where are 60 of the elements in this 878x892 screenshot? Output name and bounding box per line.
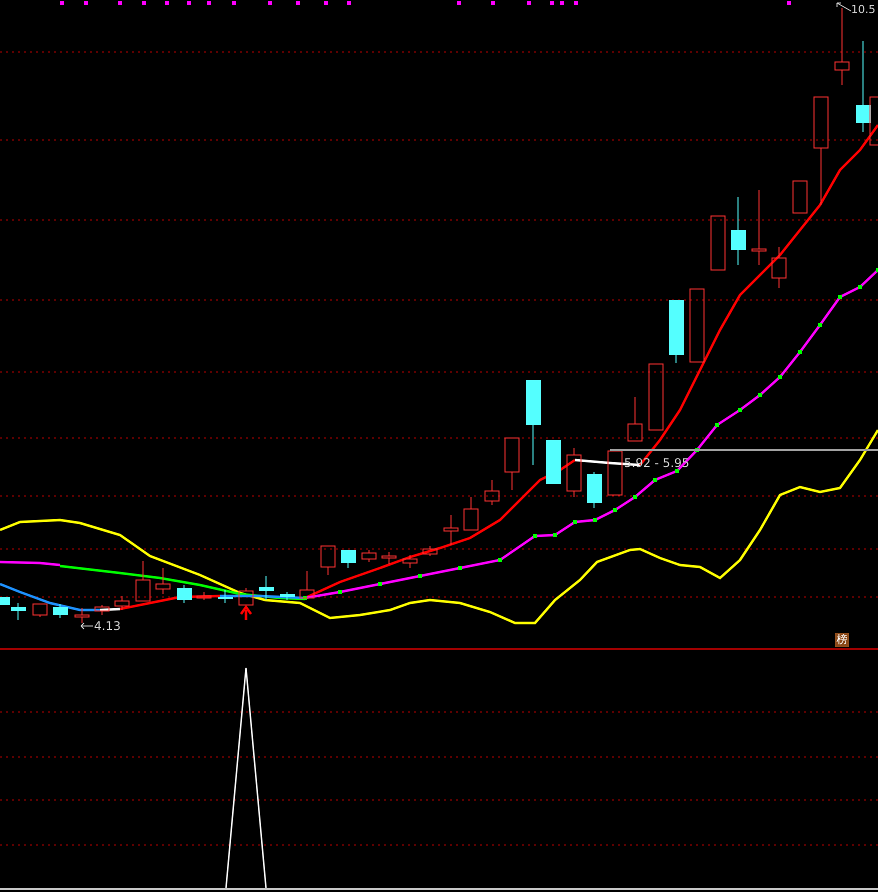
signal-marker [296,1,300,5]
signal-marker [187,1,191,5]
candlestick [196,592,212,600]
signal-marker [347,1,351,5]
candlestick [710,216,726,270]
candlestick [464,496,478,530]
signal-marker [142,1,146,5]
up-arrow-icon [240,604,252,622]
candlestick [259,576,274,600]
signal-marker [165,1,169,5]
candlestick [382,552,396,564]
signal-marker [207,1,211,5]
candlestick [156,568,170,594]
signal-marker [574,1,578,5]
candlestick [504,438,520,490]
candlestick [648,364,664,430]
candlestick [546,440,561,484]
candlestick [484,480,500,506]
signal-marker [60,1,64,5]
candlestick [74,608,90,624]
signal-marker [457,1,461,5]
candlestick [320,546,336,576]
candlestick [238,588,254,606]
rank-badge: 榜 [835,633,849,647]
candlestick [114,596,130,610]
candlestick [608,450,622,496]
candlestick [218,590,233,604]
candlestick [731,196,746,266]
candlestick [669,300,684,364]
candlestick [32,604,48,618]
price-label: 4.13 [94,619,121,633]
price-label: 10.5 [851,3,876,17]
candlestick [587,472,602,508]
arrow-icon [80,622,94,630]
candlestick [566,448,582,498]
candlestick [772,246,786,288]
candlestick [94,604,110,616]
candlestick [792,180,808,214]
arrow-icon [836,2,852,12]
candlestick [444,514,458,546]
candlestick [402,554,418,568]
signal-marker [550,1,554,5]
signal-marker [324,1,328,5]
candlestick [300,570,314,598]
candlestick [362,550,376,562]
candlestick [341,550,356,568]
candlestick [136,560,150,602]
signal-marker [118,1,122,5]
signal-marker [491,1,495,5]
signal-marker [84,1,88,5]
signal-marker [232,1,236,5]
signal-marker [527,1,531,5]
candlestick [628,396,642,442]
signal-marker [787,1,791,5]
candlestick [280,592,295,600]
candlestick [177,584,192,604]
candlestick [53,604,68,618]
signal-marker [560,1,564,5]
signal-marker [268,1,272,5]
candlestick [422,546,438,556]
